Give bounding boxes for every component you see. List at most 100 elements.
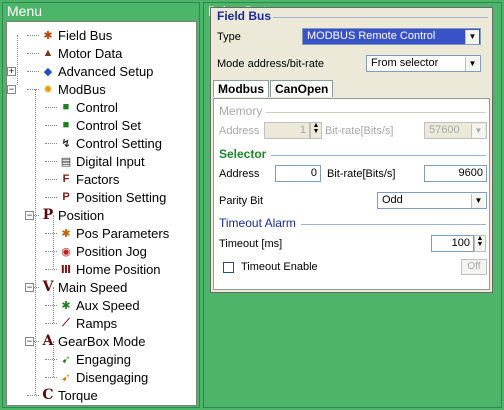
tree-trunk-line bbox=[35, 89, 36, 395]
menu-item-field-bus[interactable]: ✱ Field Bus bbox=[41, 26, 112, 44]
disengaging-icon: ➹ bbox=[61, 371, 71, 384]
position-setting-icon: P bbox=[62, 191, 70, 203]
menu-item-label: Pos Parameters bbox=[76, 225, 170, 241]
timeout-section-title: Timeout Alarm bbox=[219, 216, 296, 230]
tree-connector-line bbox=[45, 233, 57, 234]
ramps-icon: ⟋ bbox=[62, 316, 70, 329]
memory-bitrate-select[interactable]: 57600 ▼ bbox=[424, 122, 487, 139]
pos-parameters-icon: ✱ bbox=[61, 227, 71, 240]
menu-item-label: Position Jog bbox=[76, 243, 147, 259]
tree-connector-line bbox=[45, 377, 57, 378]
selector-section-title: Selector bbox=[219, 147, 267, 161]
parity-select[interactable]: Odd ▼ bbox=[377, 192, 487, 209]
tree-connector-line bbox=[45, 197, 57, 198]
menu-item-gearbox-mode[interactable]: A GearBox Mode bbox=[41, 332, 146, 350]
menu-item-control-set[interactable]: ■ Control Set bbox=[59, 116, 141, 134]
chevron-down-icon[interactable]: ▼ bbox=[471, 194, 485, 208]
protocol-tabs: Modbus CanOpen bbox=[213, 80, 334, 97]
menu-item-position-setting[interactable]: P Position Setting bbox=[59, 188, 166, 206]
memory-address-input[interactable]: 1 bbox=[264, 122, 310, 139]
collapse-icon[interactable]: − bbox=[25, 211, 34, 220]
menu-item-factors[interactable]: F Factors bbox=[59, 170, 120, 188]
menu-item-label: Advanced Setup bbox=[58, 63, 154, 79]
timeout-spinner[interactable]: ▲ ▼ bbox=[474, 235, 486, 252]
advanced-setup-icon: ◆ bbox=[43, 65, 53, 78]
timeout-input[interactable]: 100 bbox=[431, 235, 474, 252]
tree-connector-line bbox=[27, 71, 39, 72]
menu-item-torque[interactable]: C Torque bbox=[41, 386, 97, 404]
collapse-icon[interactable]: − bbox=[7, 85, 16, 94]
tab-canopen[interactable]: CanOpen bbox=[270, 80, 334, 97]
timeout-enable-checkbox[interactable] bbox=[223, 262, 234, 273]
aux-speed-icon: ✱ bbox=[61, 299, 71, 312]
timeout-divider bbox=[301, 224, 486, 225]
tab-modbus[interactable]: Modbus bbox=[213, 80, 269, 97]
menu-item-label: Field Bus bbox=[58, 27, 113, 43]
memory-bitrate-value: 57600 bbox=[429, 124, 460, 136]
menu-item-control[interactable]: ■ Control bbox=[59, 98, 118, 116]
timeout-label: Timeout [ms] bbox=[219, 238, 283, 250]
memory-address-spinner[interactable]: ▲ ▼ bbox=[310, 122, 322, 139]
menu-panel: Menu ✱ Field Bus ▲ Motor Data + ◆ Advanced Set… bbox=[2, 2, 200, 408]
menu-item-label: Control bbox=[76, 99, 118, 115]
tree-connector-line bbox=[45, 107, 57, 108]
menu-item-label: GearBox Mode bbox=[58, 333, 146, 349]
menu-item-digital-input[interactable]: ▤ Digital Input bbox=[59, 152, 145, 170]
menu-item-motor-data[interactable]: ▲ Motor Data bbox=[41, 44, 123, 62]
selector-bitrate-input[interactable]: 9600 bbox=[424, 165, 487, 182]
control-icon: ■ bbox=[62, 101, 70, 113]
position-jog-icon: ◉ bbox=[61, 245, 71, 258]
type-label: Type bbox=[217, 31, 241, 43]
menu-item-engaging[interactable]: ➹ Engaging bbox=[59, 350, 131, 368]
collapse-icon[interactable]: − bbox=[25, 337, 34, 346]
menu-item-label: Factors bbox=[76, 171, 120, 187]
engaging-icon: ➹ bbox=[61, 353, 71, 366]
menu-item-pos-parameters[interactable]: ✱ Pos Parameters bbox=[59, 224, 169, 242]
menu-item-label: Control Setting bbox=[76, 135, 162, 151]
tree-connector-line bbox=[45, 143, 57, 144]
drive-data-panel: Drive Data Field Bus Type MODBUS Remote … bbox=[203, 2, 502, 408]
menu-item-home-position[interactable]: Ⅲ Home Position bbox=[59, 260, 161, 278]
type-select[interactable]: MODBUS Remote Control ▼ bbox=[302, 28, 481, 45]
expand-icon[interactable]: + bbox=[7, 67, 16, 76]
chevron-down-icon[interactable]: ▼ bbox=[465, 30, 479, 44]
memory-divider bbox=[266, 112, 486, 113]
gearbox-icon: A bbox=[42, 333, 54, 349]
menu-item-label: Control Set bbox=[76, 117, 142, 133]
menu-item-label: Position bbox=[58, 207, 105, 223]
selector-divider bbox=[271, 155, 486, 156]
type-select-value: MODBUS Remote Control bbox=[307, 30, 436, 42]
menu-item-modbus[interactable]: ✸ ModBus bbox=[41, 80, 105, 98]
field-bus-form: Field Bus Type MODBUS Remote Control ▼ M… bbox=[210, 7, 493, 293]
mode-select-value: From selector bbox=[371, 57, 439, 69]
menu-item-label: Engaging bbox=[76, 351, 131, 367]
menu-item-main-speed[interactable]: V Main Speed bbox=[41, 278, 128, 296]
chevron-down-icon[interactable]: ▼ bbox=[471, 124, 485, 138]
parity-select-value: Odd bbox=[382, 194, 403, 206]
menu-item-aux-speed[interactable]: ✱ Aux Speed bbox=[59, 296, 139, 314]
tree-connector-line bbox=[45, 125, 57, 126]
tree-connector-line bbox=[45, 305, 57, 306]
collapse-icon[interactable]: − bbox=[25, 283, 34, 292]
menu-item-label: Position Setting bbox=[76, 189, 167, 205]
menu-item-advanced-setup[interactable]: ◆ Advanced Setup bbox=[41, 62, 154, 80]
tree-connector-line bbox=[45, 269, 57, 270]
menu-item-label: Main Speed bbox=[58, 279, 128, 295]
chevron-down-icon[interactable]: ▼ bbox=[465, 57, 479, 71]
menu-tree[interactable]: ✱ Field Bus ▲ Motor Data + ◆ Advanced Setup − ✸ M… bbox=[6, 21, 197, 406]
menu-item-position-jog[interactable]: ◉ Position Jog bbox=[59, 242, 147, 260]
mode-select[interactable]: From selector ▼ bbox=[366, 55, 481, 72]
tree-trunk-line bbox=[17, 35, 18, 85]
memory-address-label: Address bbox=[219, 125, 260, 137]
menu-title: Menu bbox=[7, 3, 43, 19]
selector-address-input[interactable]: 0 bbox=[275, 165, 321, 182]
field-bus-divider bbox=[273, 17, 488, 18]
menu-item-ramps[interactable]: ⟋ Ramps bbox=[59, 314, 117, 332]
menu-item-control-setting[interactable]: ↯ Control Setting bbox=[59, 134, 162, 152]
timeout-off-button[interactable]: Off bbox=[461, 259, 487, 275]
tree-connector-line bbox=[45, 359, 57, 360]
selector-bitrate-label: Bit-rate[Bits/s] bbox=[327, 168, 396, 180]
tree-connector-line bbox=[27, 53, 39, 54]
menu-item-position[interactable]: P Position bbox=[41, 206, 105, 224]
menu-item-disengaging[interactable]: ➹ Disengaging bbox=[59, 368, 148, 386]
